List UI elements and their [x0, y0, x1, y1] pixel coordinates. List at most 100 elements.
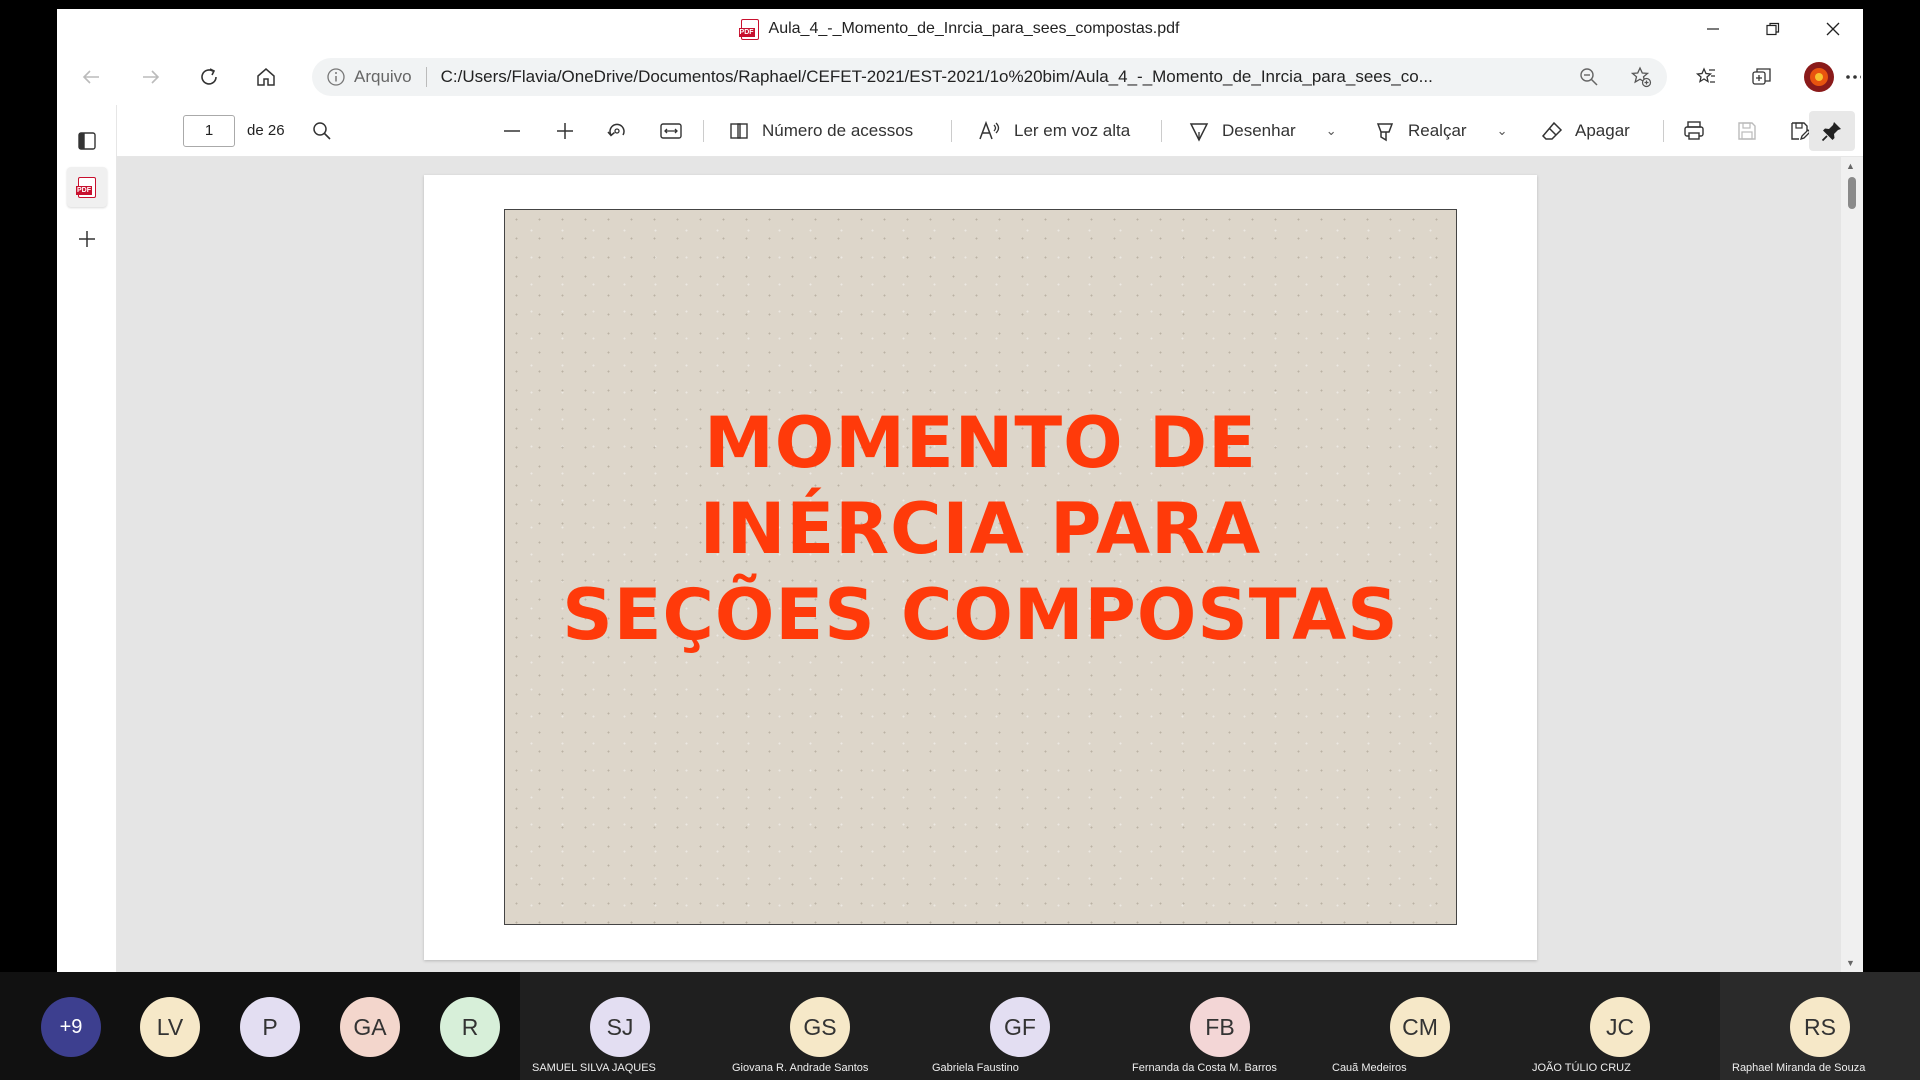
pdf-tab-button[interactable] — [67, 167, 107, 207]
rotate-button[interactable] — [606, 105, 628, 157]
slide-title-line: MOMENTO DE — [704, 402, 1257, 484]
participant-tile[interactable]: RS Raphael Miranda de Souza — [1720, 972, 1920, 1080]
erase-button[interactable]: Apagar — [1541, 105, 1630, 157]
read-aloud-button[interactable]: Ler em voz alta — [978, 105, 1130, 157]
back-button[interactable] — [71, 57, 111, 97]
zoom-button[interactable] — [1569, 57, 1609, 97]
restore-icon — [1766, 22, 1780, 36]
print-button[interactable] — [1683, 105, 1705, 157]
url-bar[interactable]: Arquivo C:/Users/Flavia/OneDrive/Documen… — [312, 58, 1667, 96]
sidebar-toggle-button[interactable] — [67, 121, 107, 161]
pdf-side-panel — [57, 105, 117, 972]
participant-name: Gabriela Faustino — [932, 1062, 1019, 1074]
collections-icon — [1752, 68, 1771, 85]
fit-width-button[interactable] — [660, 105, 682, 157]
participant-name: Raphael Miranda de Souza — [1732, 1062, 1866, 1074]
vertical-scrollbar[interactable]: ▲ ▼ — [1841, 157, 1863, 972]
eraser-icon — [1541, 121, 1563, 140]
scrollbar-thumb[interactable] — [1848, 177, 1856, 209]
minimize-button[interactable] — [1683, 9, 1743, 49]
restore-button[interactable] — [1743, 9, 1803, 49]
home-button[interactable] — [246, 57, 286, 97]
browser-window: Aula_4_-_Momento_de_Inrcia_para_sees_com… — [57, 9, 1863, 972]
pin-icon — [1821, 122, 1841, 142]
page-number-input[interactable]: 1 — [183, 115, 235, 147]
page-view-icon — [730, 123, 748, 139]
scroll-down-icon[interactable]: ▼ — [1846, 958, 1855, 968]
toolbar-divider — [951, 120, 952, 142]
draw-icon — [1189, 123, 1209, 142]
refresh-icon — [201, 68, 217, 85]
pdf-viewer[interactable]: MOMENTO DE INÉRCIA PARA SEÇÕES COMPOSTAS… — [117, 157, 1863, 972]
avatar[interactable]: R — [440, 997, 500, 1057]
scroll-up-icon[interactable]: ▲ — [1846, 161, 1855, 171]
close-window-button[interactable] — [1803, 9, 1863, 49]
read-aloud-icon — [979, 120, 1000, 140]
participant-tile[interactable]: GS Giovana R. Andrade Santos — [720, 972, 920, 1080]
slide: MOMENTO DE INÉRCIA PARA SEÇÕES COMPOSTAS — [504, 209, 1457, 925]
save-as-button[interactable] — [1789, 105, 1811, 157]
pin-toolbar-button[interactable] — [1809, 111, 1855, 151]
star-add-icon — [1630, 66, 1652, 88]
pdf-page: MOMENTO DE INÉRCIA PARA SEÇÕES COMPOSTAS — [424, 175, 1537, 960]
avatar: JC — [1590, 997, 1650, 1057]
participant-tile[interactable]: FB Fernanda da Costa M. Barros — [1120, 972, 1320, 1080]
close-icon — [1826, 22, 1840, 36]
avatar: GF — [990, 997, 1050, 1057]
highlighter-icon — [1376, 123, 1394, 142]
zoom-out-button[interactable] — [502, 105, 522, 157]
more-participants-button[interactable]: +9 — [41, 997, 101, 1057]
title-wrap: Aula_4_-_Momento_de_Inrcia_para_sees_com… — [57, 9, 1863, 49]
avatar[interactable]: GA — [340, 997, 400, 1057]
ellipsis-icon — [1846, 75, 1861, 79]
page-view-button[interactable]: Número de acessos — [728, 105, 913, 157]
chevron-down-icon[interactable]: ⌄ — [1326, 123, 1337, 139]
chevron-down-icon[interactable]: ⌄ — [1497, 123, 1508, 139]
forward-button[interactable] — [131, 57, 171, 97]
scheme-label: Arquivo — [354, 67, 412, 86]
address-bar: Arquivo C:/Users/Flavia/OneDrive/Documen… — [57, 49, 1863, 105]
site-info[interactable]: Arquivo — [326, 67, 412, 87]
save-icon — [1738, 122, 1756, 140]
participants-bar: +9 LV P GA R SJ SAMUEL SILVA JAQUES GS G… — [0, 972, 1920, 1080]
profile-avatar-icon — [1804, 62, 1834, 92]
screen: Aula_4_-_Momento_de_Inrcia_para_sees_com… — [0, 0, 1920, 1080]
url-text: C:/Users/Flavia/OneDrive/Documentos/Raph… — [440, 67, 1433, 86]
avatar: CM — [1390, 997, 1450, 1057]
sidebar-icon — [78, 132, 96, 150]
minimize-icon — [1707, 28, 1719, 30]
participant-tile[interactable]: SJ SAMUEL SILVA JAQUES — [520, 972, 720, 1080]
participant-tile[interactable]: JC JOÃO TÚLIO CRUZ — [1520, 972, 1720, 1080]
highlight-button[interactable]: Realçar ⌄ — [1374, 105, 1508, 157]
zoom-in-button[interactable] — [555, 105, 575, 157]
add-favorite-button[interactable] — [1621, 57, 1661, 97]
window-title: Aula_4_-_Momento_de_Inrcia_para_sees_com… — [768, 20, 1180, 37]
info-icon — [327, 68, 345, 86]
plus-icon — [557, 123, 573, 139]
avatar[interactable]: P — [240, 997, 300, 1057]
fit-width-icon — [660, 123, 682, 139]
save-button[interactable] — [1736, 105, 1758, 157]
avatar: FB — [1190, 997, 1250, 1057]
find-button[interactable] — [312, 105, 332, 157]
participant-tile[interactable]: CM Cauã Medeiros — [1320, 972, 1520, 1080]
participant-tile[interactable]: GF Gabriela Faustino — [920, 972, 1120, 1080]
profile-button[interactable] — [1799, 57, 1839, 97]
new-tab-button[interactable] — [67, 219, 107, 259]
refresh-button[interactable] — [189, 57, 229, 97]
participant-name: Giovana R. Andrade Santos — [732, 1062, 869, 1074]
print-icon — [1684, 121, 1704, 140]
draw-button[interactable]: Desenhar ⌄ — [1188, 105, 1337, 157]
toolbar-divider — [1663, 120, 1664, 142]
slide-title-line: SEÇÕES COMPOSTAS — [562, 574, 1399, 656]
collections-button[interactable] — [1742, 57, 1782, 97]
highlight-label: Realçar — [1408, 121, 1467, 140]
zoom-out-icon — [1580, 68, 1598, 86]
favorites-button[interactable] — [1686, 57, 1726, 97]
avatar[interactable]: LV — [140, 997, 200, 1057]
participant-name: Cauã Medeiros — [1332, 1062, 1407, 1074]
more-menu-button[interactable] — [1845, 57, 1861, 97]
pdf-file-icon — [738, 18, 759, 40]
participant-name: JOÃO TÚLIO CRUZ — [1532, 1062, 1631, 1074]
read-aloud-label: Ler em voz alta — [1014, 121, 1131, 140]
